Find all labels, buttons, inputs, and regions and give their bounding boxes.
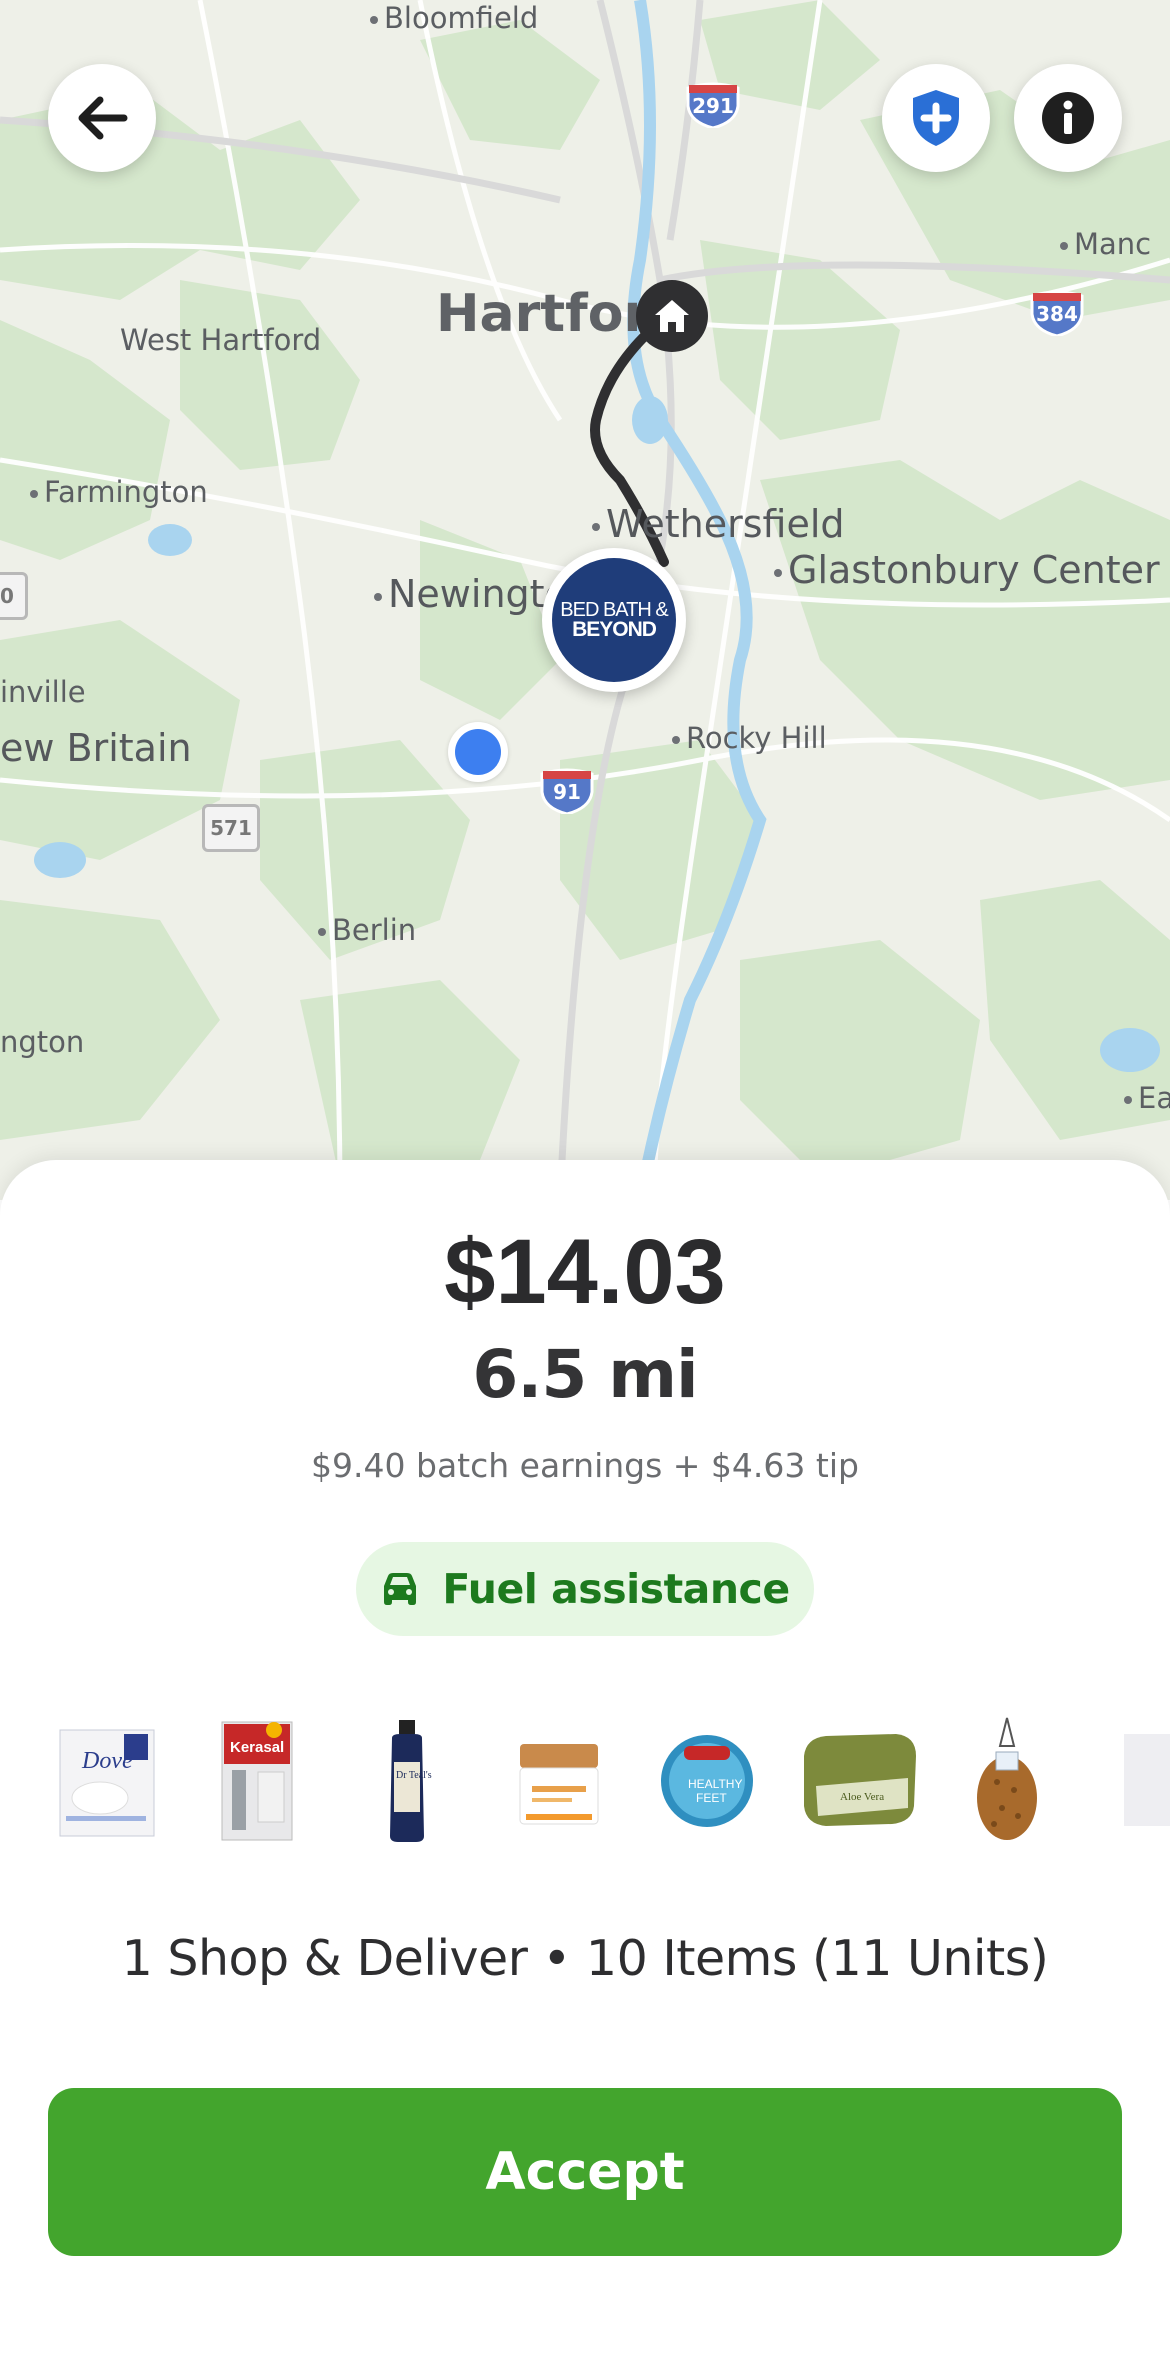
batch-summary: 1 Shop & Deliver • 10 Items (11 Units) — [121, 1930, 1049, 1987]
shield-plus-icon — [913, 90, 959, 146]
place-label: inville — [0, 675, 86, 709]
interstate-shield: 384 — [1030, 290, 1084, 338]
product-thumbnail: Dove — [52, 1716, 162, 1846]
store-pin[interactable]: BED BATH & BEYOND — [542, 548, 686, 692]
svg-text:Aloe Vera: Aloe Vera — [840, 1791, 884, 1803]
store-logo: BED BATH & BEYOND — [552, 558, 676, 682]
svg-text:Dove: Dove — [81, 1748, 133, 1774]
place-label: ew Britain — [0, 726, 192, 770]
map-view[interactable]: Bloomfield Hartford West Hartford Farmin… — [0, 0, 1170, 1200]
fuel-assistance-badge: Fuel assistance — [356, 1542, 814, 1636]
car-icon — [384, 1573, 417, 1605]
info-button[interactable] — [1014, 64, 1122, 172]
place-label: Berlin — [318, 913, 416, 947]
home-pin[interactable] — [636, 280, 708, 352]
product-thumbnail: Dr Teal's — [352, 1716, 462, 1846]
info-icon — [1042, 92, 1094, 144]
place-label: West Hartford — [120, 323, 322, 357]
product-thumbnail: Kerasal — [202, 1716, 312, 1846]
home-icon — [655, 300, 689, 332]
svg-text:Dr Teal's: Dr Teal's — [396, 1770, 432, 1781]
batch-offer-sheet: $14.03 6.5 mi $9.40 batch earnings + $4.… — [0, 1160, 1170, 2358]
svg-text:Kerasal: Kerasal — [230, 1739, 284, 1756]
batch-distance: 6.5 mi — [472, 1336, 698, 1413]
place-label: Farmington — [30, 475, 208, 509]
product-thumbnail: HEALTHY FEET — [652, 1716, 762, 1846]
product-thumbnail — [1122, 1716, 1170, 1846]
place-label: Manc — [1060, 227, 1151, 261]
interstate-shield: 291 — [686, 82, 740, 130]
place-label: Ea — [1124, 1081, 1170, 1115]
place-label: Wethersfield — [592, 502, 845, 546]
svg-text:HEALTHY: HEALTHY — [688, 1777, 742, 1791]
arrow-left-icon — [78, 96, 128, 140]
product-thumbnails[interactable]: Dove Kerasal Dr Teal's HEALTHY FEET Aloe … — [0, 1716, 1170, 1846]
accept-button[interactable]: Accept — [48, 2088, 1122, 2256]
place-label: Rocky Hill — [672, 721, 827, 755]
place-label: Glastonbury Center — [774, 548, 1160, 592]
product-thumbnail — [502, 1716, 612, 1846]
route-marker: 571 — [202, 804, 260, 852]
interstate-shield: 91 — [540, 768, 594, 816]
safety-button[interactable] — [882, 64, 990, 172]
place-label: Bloomfield — [370, 1, 538, 35]
product-thumbnail: Aloe Vera — [796, 1716, 916, 1846]
product-thumbnail — [952, 1716, 1062, 1846]
batch-price: $14.03 — [444, 1221, 726, 1323]
route-marker: 0 — [0, 572, 28, 620]
place-label: ngton — [0, 1025, 85, 1059]
back-button[interactable] — [48, 64, 156, 172]
current-location-dot — [448, 722, 508, 782]
svg-text:FEET: FEET — [696, 1791, 727, 1805]
earnings-breakdown: $9.40 batch earnings + $4.63 tip — [311, 1446, 859, 1485]
